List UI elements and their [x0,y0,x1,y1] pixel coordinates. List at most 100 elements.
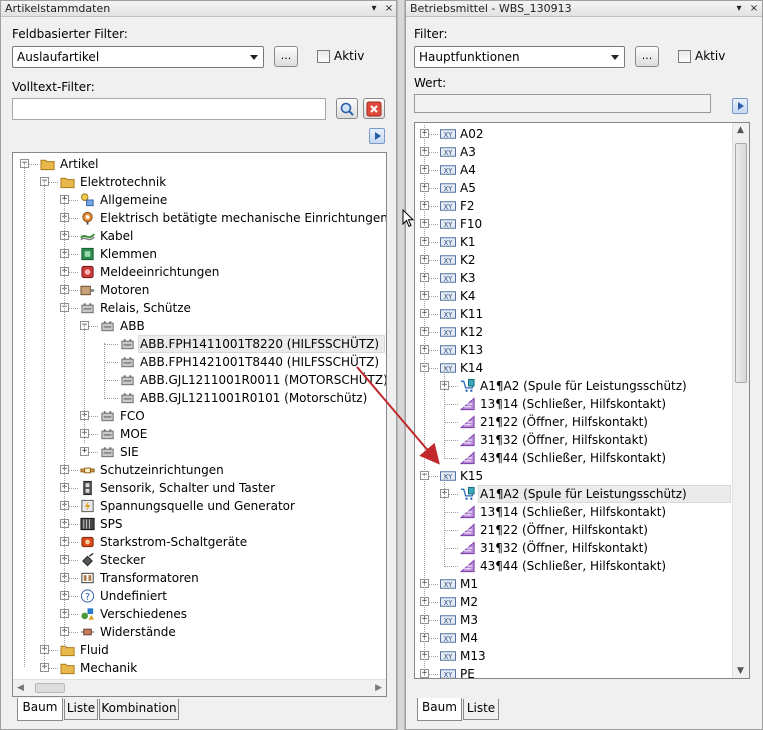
device-icon: XY [440,216,456,232]
tree-node-label: Spannungsquelle und Generator [100,499,295,513]
vertical-scrollbar[interactable]: ▲ ▼ [732,123,749,678]
apply-filter-button[interactable] [369,128,385,144]
coil-icon [460,486,476,502]
pin-icon[interactable]: ▾ [367,1,381,16]
clear-filter-button[interactable] [363,98,385,119]
contact-icon [459,432,476,448]
relay-icon [120,390,136,406]
tree-node-label: Stecker [100,553,146,567]
tree-node-label: Sensorik, Schalter und Taster [100,481,276,495]
svg-text:XY: XY [444,131,454,139]
tree-node-label: 21¶22 (Öffner, Hilfskontakt) [480,523,648,537]
tree-node-label: Fluid [80,643,109,657]
contact-icon [459,414,476,430]
question-icon: ? [80,588,96,604]
expand-icon[interactable]: + [80,447,89,456]
article-tree[interactable]: − Artikel − Elektrotechnik + Allgemeine + Elekt… [12,152,387,697]
scroll-down-icon[interactable]: ▼ [737,666,744,676]
tree-node-label: K12 [460,325,484,339]
device-icon: XY [440,270,456,286]
power-icon [80,534,96,550]
svg-text:XY: XY [444,473,454,481]
fulltext-filter-input[interactable] [12,98,326,120]
scroll-left-icon[interactable]: ◀ [17,683,24,693]
field-filter-more-button[interactable]: ... [274,46,298,67]
panel-title: Betriebsmittel - WBS_130913 [410,2,572,15]
tree-node-label: Klemmen [100,247,157,261]
filter-select[interactable]: Hauptfunktionen [414,46,625,68]
contact-icon [459,558,476,574]
tree-node-label: Allgemeine [100,193,168,207]
aktiv-checkbox[interactable] [317,50,330,63]
svg-text:XY: XY [444,671,454,679]
wert-input[interactable] [414,94,711,113]
folder-icon [40,156,56,172]
svg-text:XY: XY [444,581,454,589]
article-master-panel: Artikelstammdaten ▾ × Feldbasierter Filt… [0,0,397,730]
fulltext-filter-label: Volltext-Filter: [12,80,95,94]
tree-node-label: M13 [460,649,486,663]
tree-node-label: A3 [460,145,476,159]
svg-text:XY: XY [444,167,454,175]
tree-connector [444,422,458,423]
tree-node-label: ABB.GJL1211001R0101 (Motorschütz) [140,391,368,405]
tab-liste[interactable]: Liste [64,699,98,720]
field-filter-value: Auslaufartikel [17,50,100,64]
field-filter-select[interactable]: Auslaufartikel [12,46,264,68]
scroll-thumb[interactable] [35,683,65,693]
cable-icon [80,228,96,244]
tree-node-label: A1¶A2 (Spule für Leistungsschütz) [480,379,687,393]
svg-text:XY: XY [444,257,454,265]
svg-text:XY: XY [444,275,454,283]
tree-connector [444,404,458,405]
apply-filter-button[interactable] [732,98,748,114]
tree-guide-line [444,367,445,457]
tree-node-label: Starkstrom-Schaltgeräte [100,535,248,549]
svg-text:XY: XY [444,617,454,625]
chevron-down-icon [250,55,258,60]
device-icon: XY [440,324,456,340]
tree-guide-line [104,343,105,397]
tree-node-label: A02 [460,127,484,141]
tree-node-label: F2 [460,199,475,213]
filter-more-button[interactable]: ... [635,46,659,67]
close-icon[interactable]: × [382,1,396,16]
clear-icon [366,101,382,117]
panel-splitter[interactable] [397,0,405,730]
plug-icon [80,552,96,568]
tree-node-label: M3 [460,613,478,627]
tree-node-label: ABB.FPH1421001T8440 (HILFSSCHÜTZ) [140,355,380,369]
device-icon: XY [440,306,456,322]
tree-node-label: ABB.GJL1211001R0011 (MOTORSCHÜTZ) [140,373,387,387]
scroll-thumb[interactable] [735,143,747,383]
wert-label: Wert: [414,76,447,90]
device-icon: XY [440,648,456,664]
search-button[interactable] [336,98,358,119]
aktiv-checkbox[interactable] [678,50,691,63]
filter-value: Hauptfunktionen [419,50,520,64]
equipment-tree[interactable]: + XY A02 + XY A3 + XY A4 + XY A5 + XY F2 + XY F10 + XY K1 + XY… [414,122,750,679]
relay-icon [100,408,116,424]
tree-node-label: 43¶44 (Schließer, Hilfskontakt) [480,451,667,465]
tab-liste[interactable]: Liste [463,699,499,720]
panel-titlebar: Artikelstammdaten [1,1,396,17]
tab-kombination[interactable]: Kombination [99,699,179,720]
pin-icon[interactable]: ▾ [732,1,746,16]
relay-icon [120,336,136,352]
tree-connector [444,458,458,459]
tree-connector [444,440,458,441]
scroll-up-icon[interactable]: ▲ [737,125,744,135]
device-icon: XY [440,198,456,214]
terminal-icon [80,246,96,262]
close-icon[interactable]: × [747,1,761,16]
tree-node-label: K1 [460,235,476,249]
tree-node-label: K15 [460,469,484,483]
tab-baum[interactable]: Baum [17,698,63,721]
tree-node-label: Undefiniert [100,589,167,603]
scroll-right-icon[interactable]: ▶ [375,683,382,693]
svg-text:?: ? [85,592,90,603]
equipment-panel: Betriebsmittel - WBS_130913 ▾ × Filter: … [405,0,763,730]
horizontal-scrollbar[interactable]: ◀ ▶ [13,679,386,696]
tab-baum[interactable]: Baum [417,698,462,721]
svg-text:XY: XY [444,293,454,301]
